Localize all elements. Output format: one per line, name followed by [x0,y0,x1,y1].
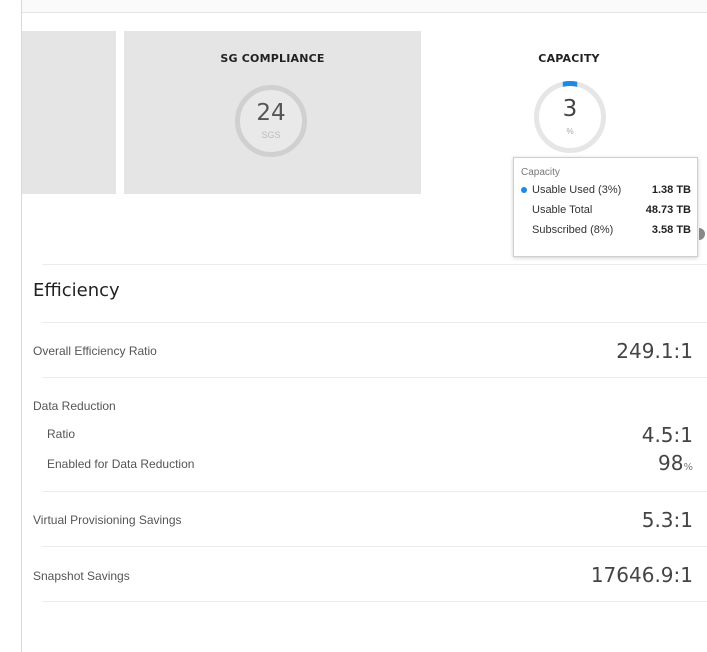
tooltip-value: 1.38 TB [651,184,691,196]
tile-title-capacity: CAPACITY [538,52,600,65]
tile-sg-compliance[interactable]: SG COMPLIANCE 24 SGS [124,31,421,194]
enabled-percent-number: 98 [658,451,684,475]
snapshot-savings-label: Snapshot Savings [33,569,130,583]
divider [42,322,707,323]
top-strip [22,0,707,13]
tooltip-label: Usable Used (3%) [532,184,622,196]
tooltip-title: Capacity [521,167,560,178]
divider [42,546,707,547]
data-reduction-ratio-value: 4.5:1 [641,423,693,447]
capacity-value: 3 [562,96,578,122]
series-dot-icon [521,187,527,193]
divider [42,491,707,492]
capacity-tooltip: Capacity Usable Used (3%) 1.38 TB Usable… [513,157,698,257]
tooltip-row-usable-used: Usable Used (3%) 1.38 TB [521,182,691,198]
scroll-handle[interactable] [699,228,705,240]
tooltip-row-usable-total: Usable Total 48.73 TB [521,202,691,218]
section-title-efficiency: Efficiency [33,280,120,301]
divider [42,377,707,378]
virtual-provisioning-value: 5.3:1 [641,508,693,532]
tooltip-row-subscribed: Subscribed (8%) 3.58 TB [521,222,691,238]
tile-title-sg-compliance: SG COMPLIANCE [220,52,325,65]
capacity-unit: % [566,127,574,136]
sg-compliance-ring: 24 SGS [235,85,307,157]
enabled-percent-unit: % [683,462,693,473]
tooltip-value: 3.58 TB [651,224,691,236]
overall-efficiency-value: 249.1:1 [616,339,693,363]
data-reduction-enabled-label: Enabled for Data Reduction [47,457,195,471]
snapshot-savings-value: 17646.9:1 [590,563,693,587]
tooltip-value: 48.73 TB [645,204,691,216]
divider [42,601,707,602]
capacity-ring: 3 % [534,81,606,153]
data-reduction-ratio-label: Ratio [47,427,76,441]
divider [42,264,707,265]
data-reduction-label: Data Reduction [33,399,116,413]
tooltip-label: Subscribed (8%) [532,224,614,236]
virtual-provisioning-label: Virtual Provisioning Savings [33,513,182,527]
sg-compliance-unit: SGS [261,130,281,140]
overall-efficiency-label: Overall Efficiency Ratio [33,344,157,358]
tooltip-label: Usable Total [532,204,593,216]
data-reduction-enabled-value: 98% [658,451,693,475]
tile-partial-left[interactable] [22,31,116,194]
sg-compliance-value: 24 [256,100,286,126]
